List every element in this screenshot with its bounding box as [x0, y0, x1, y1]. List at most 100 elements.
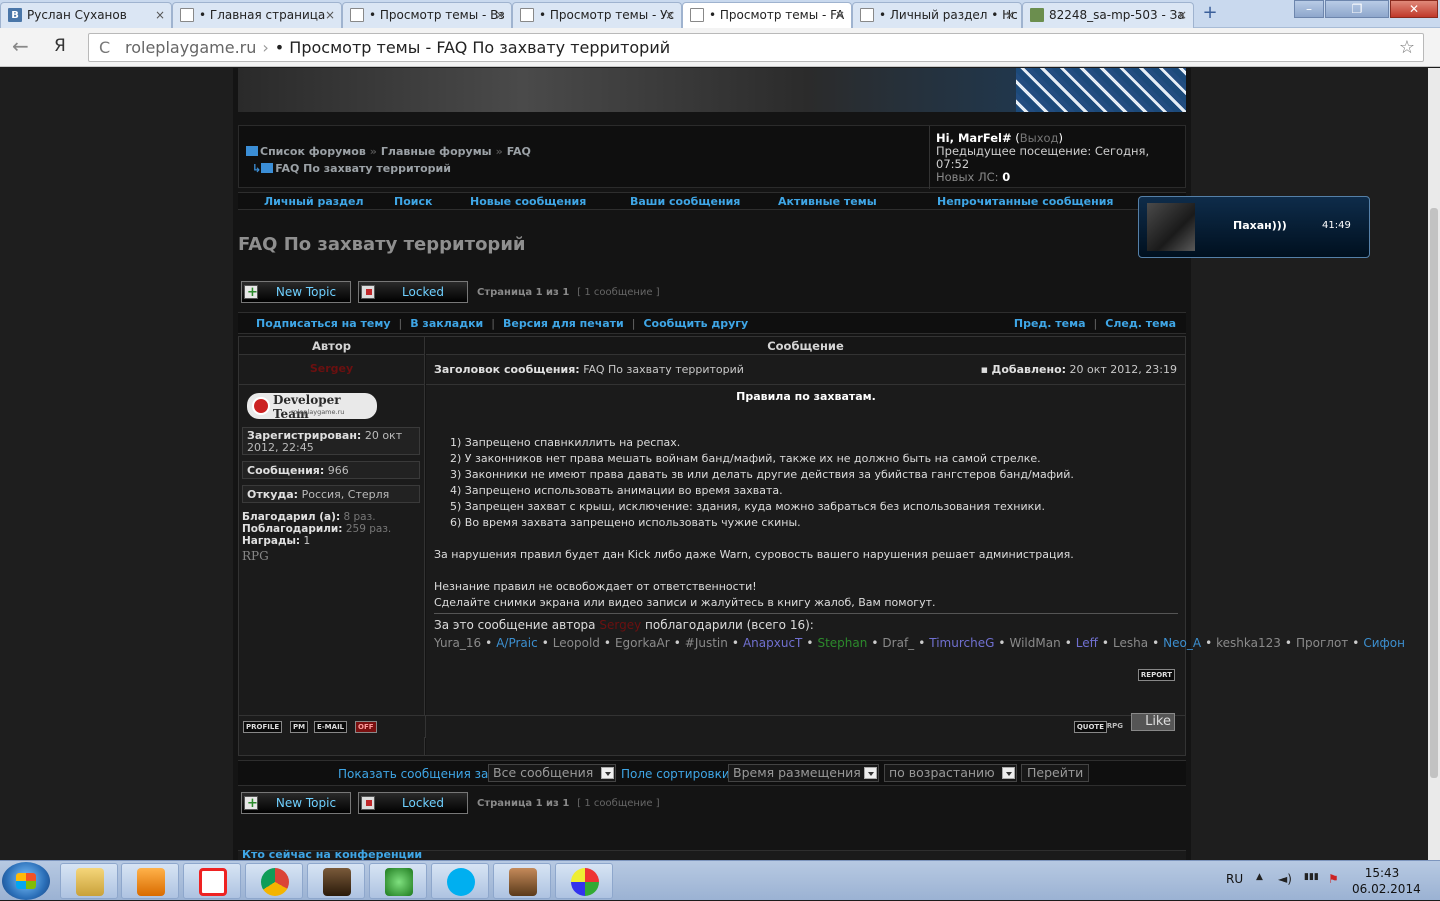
- browser-tab[interactable]: • Просмотр темы - Ус ×: [512, 2, 682, 28]
- thanks-user-link[interactable]: Сифон: [1363, 636, 1405, 650]
- maximize-button[interactable]: ❐: [1325, 0, 1389, 18]
- page-scrollbar[interactable]: [1428, 68, 1440, 860]
- locked-button[interactable]: Locked: [358, 281, 468, 303]
- new-topic-button[interactable]: New Topic: [241, 792, 351, 814]
- nav-search[interactable]: Поиск: [394, 195, 432, 208]
- email-button[interactable]: E-MAIL: [314, 721, 348, 733]
- post-link-icon[interactable]: ▪: [981, 363, 988, 376]
- subscribe-link[interactable]: Подписаться на тему: [256, 317, 391, 330]
- notification-popup[interactable]: Пахан))) 41:49: [1138, 196, 1370, 258]
- logout-link[interactable]: Выход: [1020, 131, 1059, 145]
- thanks-user-link[interactable]: TimurcheG: [929, 636, 994, 650]
- close-window-button[interactable]: ✕: [1390, 0, 1438, 18]
- start-button[interactable]: [2, 862, 50, 900]
- crumb-current-topic[interactable]: FAQ По захвату территорий: [275, 162, 451, 175]
- print-link[interactable]: Версия для печати: [503, 317, 624, 330]
- taskbar-media-player[interactable]: [121, 863, 179, 899]
- name-separator: •: [673, 636, 681, 650]
- taskbar-chrome[interactable]: [245, 863, 303, 899]
- network-icon[interactable]: ▮▮▮: [1304, 872, 1319, 882]
- yandex-icon[interactable]: Я: [54, 36, 66, 56]
- sort-field-select[interactable]: Время размещения: [728, 764, 879, 782]
- who-is-online-title[interactable]: Кто сейчас на конференции: [242, 848, 422, 860]
- show-hidden-icons[interactable]: ▲: [1256, 872, 1263, 882]
- nav-new-posts[interactable]: Новые сообщения: [470, 195, 586, 208]
- next-topic-link[interactable]: След. тема: [1105, 317, 1176, 330]
- thanks-user-link[interactable]: A/Praic: [496, 636, 538, 650]
- prev-topic-link[interactable]: Пред. тема: [1014, 317, 1086, 330]
- bookmark-link[interactable]: В закладки: [410, 317, 483, 330]
- close-icon[interactable]: ×: [325, 3, 335, 27]
- crumb-main-forums[interactable]: Главные форумы: [381, 145, 492, 158]
- thanks-user-link[interactable]: Neo_A: [1163, 636, 1201, 650]
- folder-icon: [261, 163, 274, 173]
- thanks-author[interactable]: Sergey: [599, 618, 641, 632]
- bookmark-star-icon[interactable]: ☆: [1399, 34, 1415, 61]
- email-friend-link[interactable]: Сообщить другу: [643, 317, 748, 330]
- scrollbar-thumb[interactable]: [1430, 208, 1438, 778]
- reload-icon[interactable]: C: [99, 34, 110, 61]
- nav-ucp[interactable]: Личный раздел: [264, 195, 364, 208]
- thanks-user-link[interactable]: Leopold: [553, 636, 600, 650]
- nav-active-topics[interactable]: Активные темы: [778, 195, 877, 208]
- browser-tab[interactable]: • Личный раздел • Нс ×: [852, 2, 1022, 28]
- thanks-user-link[interactable]: Yura_16: [434, 636, 481, 650]
- browser-tab-active[interactable]: • Просмотр темы - FA ×: [682, 2, 852, 29]
- close-icon[interactable]: ×: [155, 3, 165, 27]
- locked-button[interactable]: Locked: [358, 792, 468, 814]
- taskbar-explorer[interactable]: [60, 863, 118, 899]
- taskbar-skype[interactable]: [431, 863, 489, 899]
- address-bar[interactable]: C roleplaygame.ru › • Просмотр темы - FAQ …: [88, 33, 1424, 62]
- offline-badge: OFF: [355, 721, 377, 733]
- crumb-faq[interactable]: FAQ: [507, 145, 531, 158]
- author-name[interactable]: Sergey: [239, 355, 424, 385]
- browser-tab[interactable]: • Просмотр темы - Вз ×: [342, 2, 512, 28]
- clock[interactable]: 15:43 06.02.2014: [1352, 865, 1421, 897]
- language-indicator[interactable]: RU: [1226, 872, 1243, 886]
- thanks-user-link[interactable]: WildMan: [1010, 636, 1061, 650]
- go-button[interactable]: Перейти: [1021, 764, 1089, 782]
- taskbar-app[interactable]: [369, 863, 427, 899]
- thanks-user-link[interactable]: Lesha: [1113, 636, 1148, 650]
- action-center-icon[interactable]: ⚑: [1328, 872, 1339, 886]
- nav-unread-posts[interactable]: Непрочитанные сообщения: [937, 195, 1114, 208]
- taskbar-samp[interactable]: [307, 863, 365, 899]
- thanks-user-link[interactable]: EgorkaAr: [615, 636, 670, 650]
- volume-icon[interactable]: ◄): [1278, 872, 1292, 886]
- thanks-user-link[interactable]: AnapxucT: [743, 636, 802, 650]
- browser-tab[interactable]: • Главная страница ×: [172, 2, 342, 28]
- new-pm-count[interactable]: 0: [1002, 170, 1010, 184]
- taskbar-samp-2[interactable]: [493, 863, 551, 899]
- thanks-user-link[interactable]: Draf_: [882, 636, 914, 650]
- taskbar-yandex[interactable]: [183, 863, 241, 899]
- close-icon[interactable]: ×: [495, 3, 505, 27]
- name-separator: •: [1101, 636, 1109, 650]
- chevron-down-icon: [864, 767, 877, 779]
- minimize-button[interactable]: –: [1294, 0, 1324, 18]
- thanks-user-link[interactable]: keshka123: [1216, 636, 1281, 650]
- close-icon[interactable]: ×: [1177, 3, 1187, 27]
- browser-tab[interactable]: 82248_sa-mp-503 - За ×: [1022, 2, 1194, 28]
- close-icon[interactable]: ×: [1005, 3, 1015, 27]
- new-tab-button[interactable]: +: [1198, 4, 1222, 24]
- browser-tab[interactable]: В Руслан Суханов ×: [0, 2, 172, 28]
- rpg-button[interactable]: RPG: [1105, 721, 1125, 733]
- thanks-user-link[interactable]: Проглот: [1296, 636, 1348, 650]
- profile-button[interactable]: PROFILE: [243, 721, 283, 733]
- like-button[interactable]: Like: [1131, 713, 1175, 731]
- taskbar-paint[interactable]: [555, 863, 613, 899]
- report-button[interactable]: REPORT: [1137, 669, 1175, 681]
- pm-button[interactable]: PM: [290, 721, 309, 733]
- show-posts-select[interactable]: Все сообщения: [488, 764, 616, 782]
- back-icon[interactable]: ←: [12, 36, 29, 56]
- close-icon[interactable]: ×: [835, 3, 845, 27]
- crumb-forum-list[interactable]: Список форумов: [260, 145, 366, 158]
- thanks-user-link[interactable]: #Justin: [685, 636, 728, 650]
- close-icon[interactable]: ×: [665, 3, 675, 27]
- sort-direction-select[interactable]: по возрастанию: [884, 764, 1017, 782]
- quote-button[interactable]: QUOTE: [1073, 721, 1107, 733]
- thanks-user-link[interactable]: Leff: [1076, 636, 1098, 650]
- new-topic-button[interactable]: New Topic: [241, 281, 351, 303]
- nav-your-posts[interactable]: Ваши сообщения: [630, 195, 740, 208]
- thanks-user-link[interactable]: Stephan: [817, 636, 867, 650]
